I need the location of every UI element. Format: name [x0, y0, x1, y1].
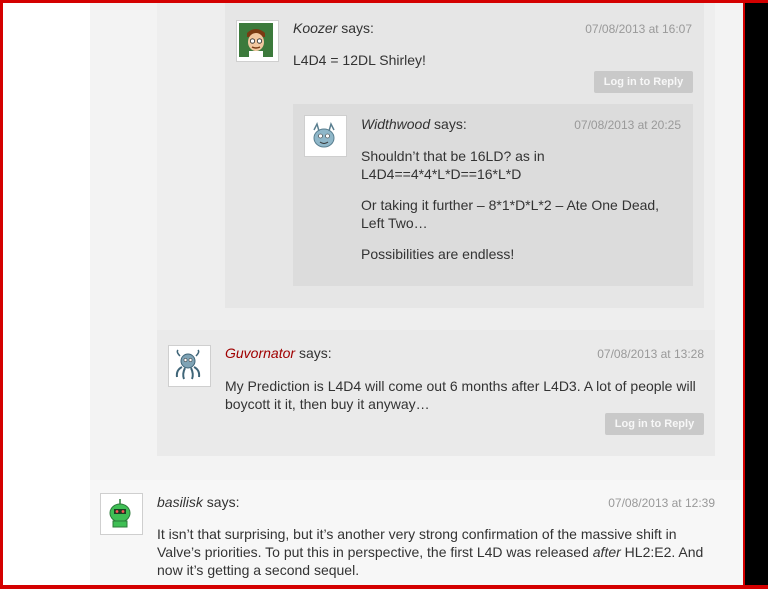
says-label: says: [434, 116, 467, 132]
green-robot-avatar-icon [103, 496, 137, 530]
comment-date[interactable]: 07/08/2013 at 12:39 [608, 496, 715, 510]
says-label: says: [206, 494, 240, 510]
octopus-avatar-icon [171, 348, 205, 382]
comment-body: It isn’t that surprising, but it’s anoth… [157, 525, 737, 579]
window-border-bottom [0, 585, 768, 589]
koozer-avatar [236, 20, 279, 62]
koozer-reply-button[interactable]: Log in to Reply [594, 71, 693, 93]
comment-author[interactable]: Widthwood [361, 116, 430, 132]
says-label: says: [341, 20, 374, 36]
basilisk-meta: basilisk says: [157, 494, 239, 510]
window-border-top [0, 0, 768, 3]
comment-text: L4D4 = 12DL Shirley! [293, 52, 426, 68]
says-label: says: [298, 345, 332, 361]
comment-date[interactable]: 07/08/2013 at 13:28 [597, 347, 704, 361]
comment-text-line: Left Two… [361, 215, 428, 231]
comment-text-line: L4D4==4*4*L*D==16*L*D [361, 166, 522, 182]
comment-text-line: My Prediction is L4D4 will come out 6 mo… [225, 378, 696, 394]
comment-text-segment: HL2:E2. And [620, 544, 704, 560]
koozer-meta: Koozer says: [293, 20, 374, 36]
comment-text-line: Valve’s priorities. To put this in persp… [157, 543, 737, 561]
comment-body: Shouldn’t that be 16LD? as in L4D4==4*4*… [361, 147, 681, 263]
cartoon-man-avatar-icon [239, 23, 273, 57]
guvornator-meta: Guvornator says: [225, 345, 332, 361]
comment-text-line: Shouldn’t that be 16LD? as in [361, 148, 545, 164]
window-border-left [0, 0, 3, 589]
comment-body: My Prediction is L4D4 will come out 6 mo… [225, 377, 725, 413]
comment-author-link[interactable]: Guvornator [225, 345, 295, 361]
comment-date[interactable]: 07/08/2013 at 16:07 [585, 22, 692, 36]
comment-text-emphasis: after [592, 544, 621, 560]
comment-text-segment: Valve’s priorities. To put this in persp… [157, 544, 593, 560]
widthwood-meta: Widthwood says: [361, 116, 467, 132]
comment-author[interactable]: basilisk [157, 494, 203, 510]
comment-body: L4D4 = 12DL Shirley! [293, 51, 426, 69]
window-border-right [743, 0, 745, 589]
comment-text-line: It isn’t that surprising, but it’s anoth… [157, 526, 677, 542]
window-edge-right [745, 0, 768, 589]
comment-text-line: Possibilities are endless! [361, 246, 515, 262]
comment-author[interactable]: Koozer [293, 20, 337, 36]
comment-text-line: Or taking it further – 8*1*D*L*2 – Ate O… [361, 197, 660, 213]
blue-creature-avatar-icon [307, 118, 341, 152]
comment-date[interactable]: 07/08/2013 at 20:25 [574, 118, 681, 132]
guvornator-avatar [168, 345, 211, 387]
guvornator-reply-button[interactable]: Log in to Reply [605, 413, 704, 435]
widthwood-avatar [304, 115, 347, 157]
basilisk-avatar [100, 493, 143, 535]
comment-text-line: boycott it it, then buy it anyway… [225, 396, 430, 412]
comment-text-line: now it’s getting a second sequel. [157, 562, 360, 578]
